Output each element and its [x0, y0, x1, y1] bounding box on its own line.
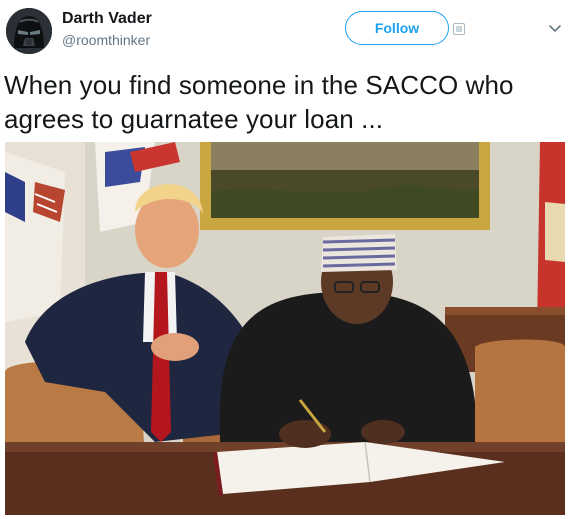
tweet-photo[interactable] [5, 142, 565, 515]
darth-vader-avatar-icon [6, 8, 52, 54]
tweet-card: Darth Vader @roomthinker Follow When you… [0, 0, 572, 519]
follow-status-icon [453, 23, 465, 35]
chevron-down-icon[interactable] [548, 22, 562, 36]
follow-button[interactable]: Follow [345, 11, 449, 45]
photo-illustration [5, 142, 565, 515]
author-avatar[interactable] [6, 8, 52, 54]
author-display-name[interactable]: Darth Vader [62, 10, 152, 28]
tweet-text: When you find someone in the SACCO who a… [4, 70, 514, 134]
author-handle[interactable]: @roomthinker [62, 32, 150, 48]
